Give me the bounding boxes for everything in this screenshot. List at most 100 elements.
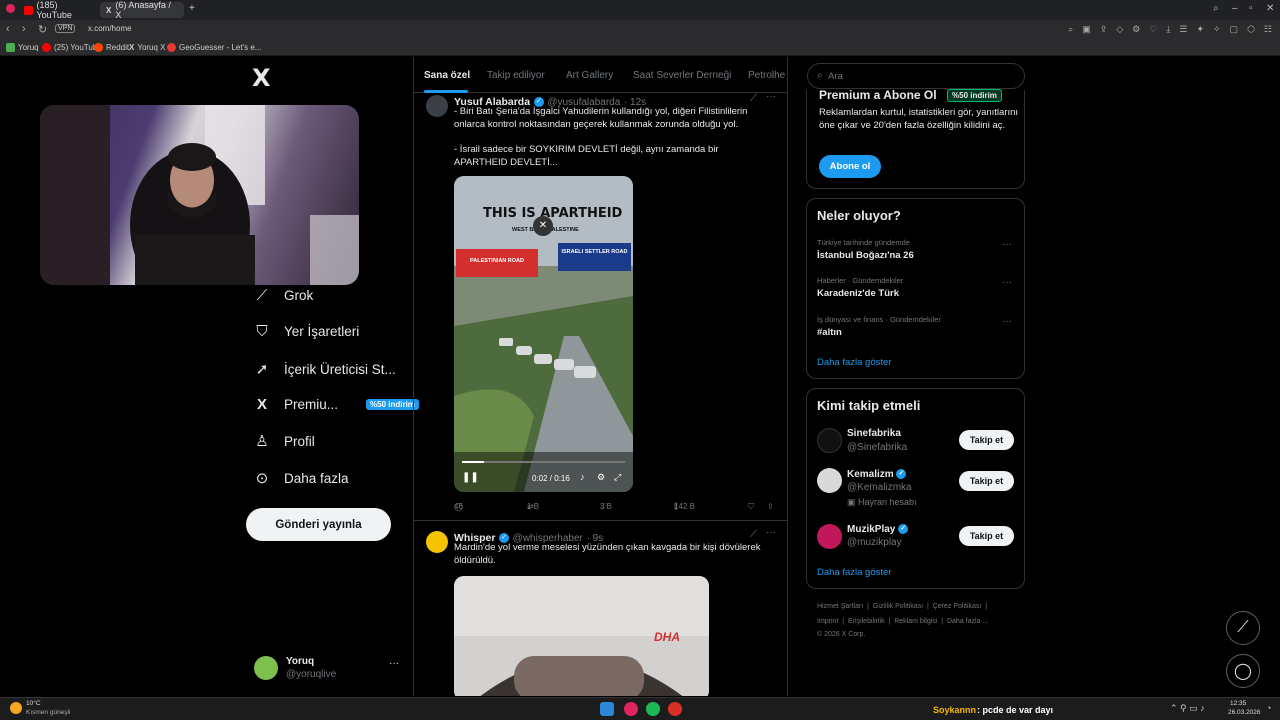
vpn-badge[interactable]: VPN [55,24,76,33]
sidebar-item-profile[interactable]: ♙ Profil [254,432,315,450]
more-icon[interactable]: ··· [1002,239,1012,250]
share-icon[interactable]: ⇪ [1100,24,1108,35]
settings-icon[interactable]: ⚙ [1132,24,1140,35]
grok-fab[interactable]: ⟋ [1226,611,1260,645]
share-icon[interactable]: ⇪ [767,502,774,511]
sidebar-item-premium[interactable]: X Premiu... %50 indirim [254,396,419,413]
post-button[interactable]: Gönderi yayınla [246,508,391,541]
trend-item[interactable]: İş dünyası ve finans · Gündemdekiler #al… [817,315,941,338]
avatar[interactable] [817,468,842,493]
show-more-link[interactable]: Daha fazla göster [817,567,891,578]
bookmark-item[interactable]: Yoruq [6,43,39,52]
tab-x-home[interactable]: X (6) Anasayfa / X [100,0,184,20]
maximize-icon[interactable]: ▫ [1249,3,1253,14]
mute-icon[interactable]: ♪ [580,472,585,482]
bookmark-icon[interactable]: ⛉ [748,502,754,512]
browser-logo-icon[interactable] [6,4,15,13]
close-icon[interactable]: ✕ [533,216,553,236]
x-logo[interactable]: X [252,64,271,92]
trend-item[interactable]: Haberler · Gündemdekiler Karadeniz'de Tü… [817,276,903,299]
tab-saat-severler[interactable]: Saat Severler Derneği [633,70,731,81]
messages-fab[interactable]: ◯ [1226,654,1260,688]
footer-link[interactable]: Erişilebilirlik [848,618,885,625]
footer-link[interactable]: Reklam bilgisi [894,618,937,625]
settings-icon[interactable]: ⚙ [597,472,605,483]
close-icon[interactable]: ✕ [1266,3,1274,14]
weather-icon[interactable] [10,702,22,714]
tab-for-you[interactable]: Sana özel [424,70,470,81]
sidebar-item-grok[interactable]: ⟋ Grok [254,287,314,304]
show-more-link[interactable]: Daha fazla göster [817,357,891,368]
tray-icons[interactable]: ⌃ ⚲ ▭ ♪ [1170,703,1205,714]
sidebar-item-more[interactable]: ⊙ Daha fazla [254,469,349,487]
tab-petrolhe[interactable]: Petrolhe [748,70,785,81]
tweet[interactable]: Yusuf Alabarda ✓ @yusufalabarda · 12s ⟋ … [414,91,787,521]
clock-date[interactable]: 26.03.2026 [1228,709,1261,716]
user-name[interactable]: MuzikPlay ✓ [847,524,909,535]
trend-item[interactable]: Türkiye tarihinde gündemde İstanbul Boğa… [817,238,914,261]
user-name[interactable]: Kemalizm ✓ [847,469,907,480]
app-icon[interactable] [668,702,682,716]
search-tabs-icon[interactable]: ⌕ [1213,3,1219,14]
footer-link[interactable]: Çerez Politikası [933,603,982,610]
fullscreen-icon[interactable]: ⤢ [614,472,621,483]
zoom-icon[interactable]: ⌕ [1068,24,1073,35]
tab-youtube[interactable]: (185) YouTube [18,0,98,20]
more-icon[interactable]: ··· [1002,277,1012,288]
avatar[interactable] [817,524,842,549]
spotify-icon[interactable] [646,702,660,716]
more-icon[interactable]: ··· [389,658,399,669]
footer-link[interactable]: Gizlilik Politikası [873,603,923,610]
notification-icon[interactable]: ◔ [1266,703,1271,713]
follow-button[interactable]: Takip et [959,430,1014,450]
bookmark-item[interactable]: (25) YouTube [42,43,102,52]
footer-link[interactable]: Imprint [817,618,838,625]
grok-icon[interactable]: ⟋ [750,93,757,104]
camera-icon[interactable]: ▣ [1082,24,1091,35]
tab-following[interactable]: Takip ediliyor [487,70,545,81]
minimize-icon[interactable]: – [1232,3,1238,14]
tab-art-gallery[interactable]: Art Gallery [566,70,613,81]
pause-icon[interactable]: ❚❚ [462,472,479,483]
box-icon[interactable]: ▢ [1230,24,1239,35]
bookmark-item[interactable]: GeoGuesser - Let's e... [167,43,261,52]
avatar[interactable] [817,428,842,453]
plus-icon[interactable]: + [189,3,195,14]
footer-link[interactable]: Daha fazla ... [947,618,988,625]
subscribe-button[interactable]: Abone ol [819,155,881,178]
heart-icon[interactable]: ♡ [1149,24,1157,35]
tweet[interactable]: Whisper ✓ @whisperhaber · 9s ⟋ ··· Mardi… [414,527,787,696]
download-icon[interactable]: ⤓ [1166,24,1170,35]
windows-start-icon[interactable] [600,702,614,716]
user-name[interactable]: Sinefabrika [847,428,901,439]
sidebar-item-bookmarks[interactable]: ⛉ Yer İşaretleri [254,323,359,340]
more-icon[interactable]: ··· [766,91,776,102]
more-icon[interactable]: ··· [1002,316,1012,327]
bookmark-item[interactable]: X Yoruq X [129,43,166,52]
follow-button[interactable]: Takip et [959,526,1014,546]
search-input[interactable]: ⌕ Ara [807,63,1025,89]
forward-icon[interactable]: › [22,23,26,35]
sidebar-item-creator-studio[interactable]: ➚ İçerik Üreticisi St... [254,360,396,378]
tweet-video[interactable]: THIS IS APARTHEID WEST BANK, PALESTINE P… [454,176,633,492]
more-icon[interactable]: ··· [766,527,776,538]
account-switcher[interactable]: Yoruq @yoruqlive ··· [254,654,404,684]
avatar[interactable] [426,531,448,553]
tweet-video[interactable]: DHA [454,576,709,696]
bookmark-item[interactable]: Reddit [94,43,129,52]
cube-icon[interactable]: ◇ [1116,24,1123,35]
reload-icon[interactable]: ↻ [38,23,47,36]
shield-icon[interactable]: ⬡ [1247,24,1255,35]
avatar[interactable] [426,95,448,117]
grok-icon[interactable]: ⟋ [750,529,757,540]
url-field[interactable]: x.com/home [88,24,132,33]
clock-time[interactable]: 12:35 [1230,700,1246,707]
menu-icon[interactable]: ☰ [1179,24,1187,35]
browser-icon[interactable] [624,702,638,716]
sidebar-toggle-icon[interactable]: ☷ [1264,24,1272,35]
extension-icon[interactable]: ✦ [1196,24,1204,35]
footer-link[interactable]: Hizmet Şartları [817,603,863,610]
follow-button[interactable]: Takip et [959,471,1014,491]
back-icon[interactable]: ‹ [6,23,10,35]
puzzle-icon[interactable]: ✧ [1213,24,1221,35]
